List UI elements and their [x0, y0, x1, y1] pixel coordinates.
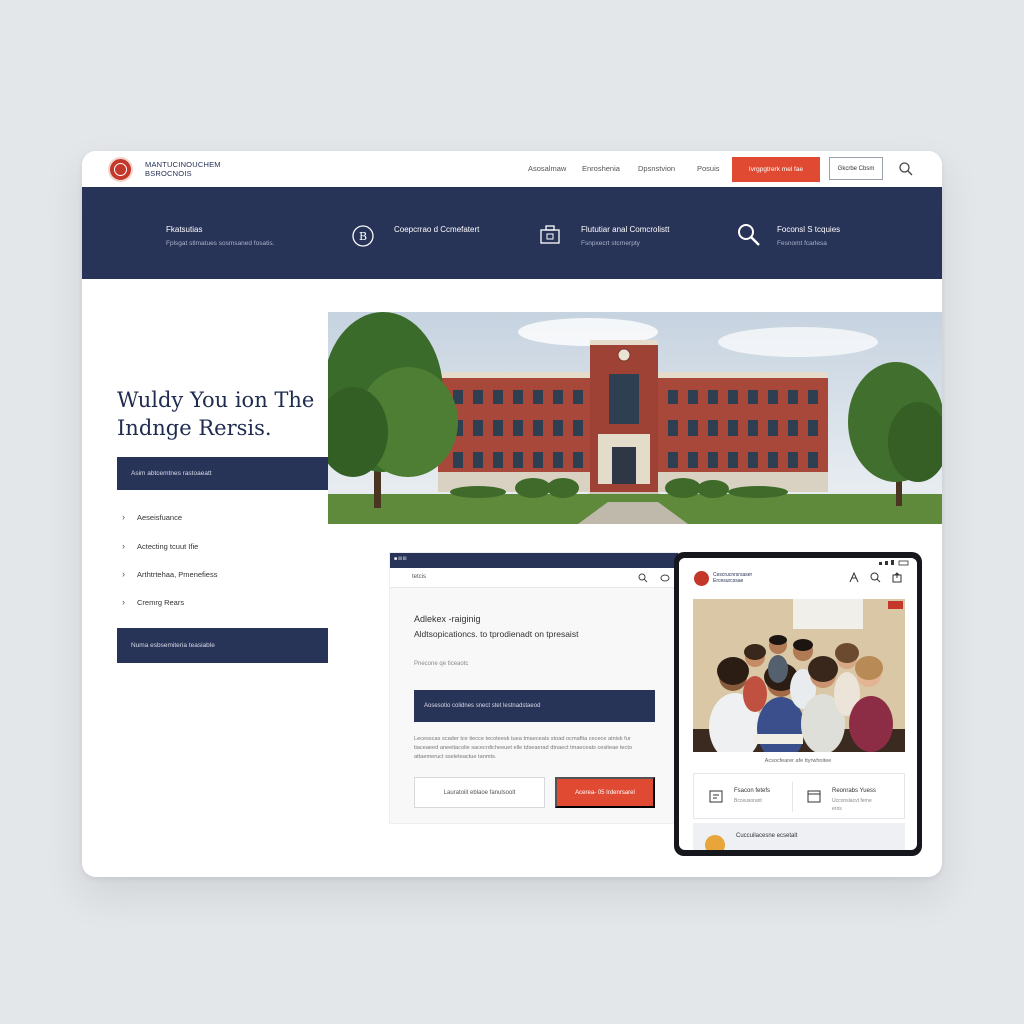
sidebar-link-1[interactable]: › Aeseisfuance: [122, 512, 182, 522]
tablet-mockup: Cescrucnrsrsaser Ercesurcssae Acsocfeare…: [674, 552, 922, 856]
calendar-icon: [807, 790, 821, 803]
tablet-status-bar: [679, 558, 917, 568]
sidebar-link-2[interactable]: › Actecting tcuut Ifie: [122, 541, 198, 551]
feature-3-title[interactable]: Flututiar anal Comcrolistt: [581, 225, 669, 234]
university-seal-logo[interactable]: [108, 157, 133, 182]
preview-navy-bar[interactable]: Aosesotio colidnes snect stet lestnadsta…: [414, 690, 655, 722]
sidebar-navy-bar[interactable]: Numa esbsemiteria teasiable: [117, 628, 328, 663]
chevron-right-icon: ›: [122, 597, 125, 607]
card-divider: [792, 782, 793, 812]
feature-1-title[interactable]: Fkatsutias: [166, 225, 202, 234]
hero-navy-bar[interactable]: Asim abtcemtnes rastoaeatt: [117, 457, 328, 490]
tablet-screen: Cescrucnrsrsaser Ercesurcssae Acsocfeare…: [679, 558, 917, 850]
tablet-bottom-text: Cuccuilacesne ecsetalt: [736, 833, 798, 839]
search-icon[interactable]: [638, 573, 648, 583]
preview-meta: Pnecone qe ticeaotc: [414, 661, 469, 667]
tablet-card-2-subtitle-2: eros: [832, 806, 842, 812]
secondary-header-button[interactable]: Gkcrbe Cbsm: [829, 157, 883, 180]
sidebar-link-4[interactable]: › Cremrg Rears: [122, 597, 184, 607]
chevron-right-icon: ›: [122, 569, 125, 579]
preview-subtitle: Aldtsopicationcs. to tprodienadt on tpre…: [414, 629, 579, 639]
preview-top-strip: ■ iii iii: [390, 553, 678, 568]
status-icons: [879, 560, 909, 566]
browser-window: MANTUCINOUCHEM BSROCNOIS Asosalmaw Enros…: [82, 151, 942, 877]
chevron-right-icon: ›: [122, 512, 125, 522]
tablet-card-row: Fsacon fetefs Bcceusorant Reonrabs Yuess…: [693, 773, 905, 819]
feature-1-subtitle: Fplsgat stlmatues sosmsaned fosatis.: [166, 240, 275, 247]
preview-red-button[interactable]: Acerea- 05 Irdenrsarel: [555, 777, 655, 808]
document-icon: [709, 790, 723, 803]
preview-outline-button[interactable]: Lauratoiit eblaoe fanulsoolt: [414, 777, 545, 808]
feature-band: Fkatsutias Fplsgat stlmatues sosmsaned f…: [82, 187, 942, 279]
apply-button[interactable]: Ivrgpgtrerk mel fae: [732, 157, 820, 182]
svg-text:B: B: [359, 230, 367, 243]
sidebar-link-label: Cremrg Rears: [137, 597, 185, 607]
avatar: [705, 835, 725, 850]
tablet-card-2-subtitle: Ucconslacvt ferne: [832, 798, 872, 804]
feature-3-subtitle: Fsnpxecrt stcrnerpty: [581, 240, 640, 247]
brand-line-1: MANTUCINOUCHEM: [145, 160, 221, 169]
sidebar-link-3[interactable]: › Arthtrtehaa, Pmenefiess: [122, 569, 217, 579]
feature-4-subtitle: Fesnomt fcarlesa: [777, 240, 827, 247]
hero-title: Wuldy You ion The Indnge Rersis.: [117, 388, 315, 440]
share-icon[interactable]: [892, 572, 903, 583]
preview-paragraph: Lecesscas scader tce tiecce tecoteesk tu…: [414, 736, 632, 760]
preview-nav-text[interactable]: tetcis: [412, 574, 426, 580]
nav-link-2[interactable]: Enroshenia: [582, 164, 620, 173]
tablet-card-2-title[interactable]: Reonrabs Yuess: [832, 788, 876, 794]
feature-2-title[interactable]: Coepcrrao d Ccmefatert: [394, 225, 479, 234]
nav-link-4[interactable]: Posuis: [697, 164, 720, 173]
nav-link-3[interactable]: Dpsnstvion: [638, 164, 675, 173]
tablet-photo-caption: Acsocfearer afe ttyrwhoitee: [764, 758, 832, 764]
preview-title: Adlekex -raiginig: [414, 614, 481, 624]
campus-building-photo: [328, 312, 942, 524]
search-icon[interactable]: [898, 161, 914, 177]
sidebar-link-label: Actecting tcuut Ifie: [137, 541, 199, 551]
preview-nav-bar: tetcis: [390, 568, 678, 588]
preview-strip-text: ■ iii iii: [394, 556, 407, 562]
tablet-card-1-subtitle: Bcceusorant: [734, 798, 762, 804]
tablet-bottom-card[interactable]: Cuccuilacesne ecsetalt: [693, 823, 905, 850]
students-group-photo: [693, 599, 905, 752]
brand-line-2: BSROCNOIS: [145, 169, 192, 178]
site-header: MANTUCINOUCHEM BSROCNOIS Asosalmaw Enros…: [82, 151, 942, 187]
desktop-preview-panel: ■ iii iii tetcis Adlekex -raiginig Aldts…: [389, 552, 679, 824]
tablet-logo[interactable]: [694, 571, 709, 586]
chat-icon[interactable]: [660, 574, 670, 582]
font-size-icon[interactable]: [849, 572, 859, 583]
feature-4-title[interactable]: Foconsl S tcquies: [777, 225, 840, 234]
tablet-brand: Cescrucnrsrsaser Ercesurcssae: [713, 572, 752, 584]
sidebar-link-label: Aeseisfuance: [137, 512, 183, 522]
search-icon[interactable]: [870, 572, 881, 583]
b-circle-icon: B: [352, 225, 374, 247]
tablet-brand-line-2: Ercesurcssae: [713, 578, 744, 584]
chevron-right-icon: ›: [122, 541, 125, 551]
briefcase-icon: [540, 225, 560, 244]
nav-link-1[interactable]: Asosalmaw: [528, 164, 566, 173]
sidebar-link-label: Arthtrtehaa, Pmenefiess: [137, 569, 218, 579]
tablet-card-1-title[interactable]: Fsacon fetefs: [734, 788, 770, 794]
brand-name[interactable]: MANTUCINOUCHEM BSROCNOIS: [145, 160, 221, 178]
magnifier-icon: [738, 224, 760, 246]
